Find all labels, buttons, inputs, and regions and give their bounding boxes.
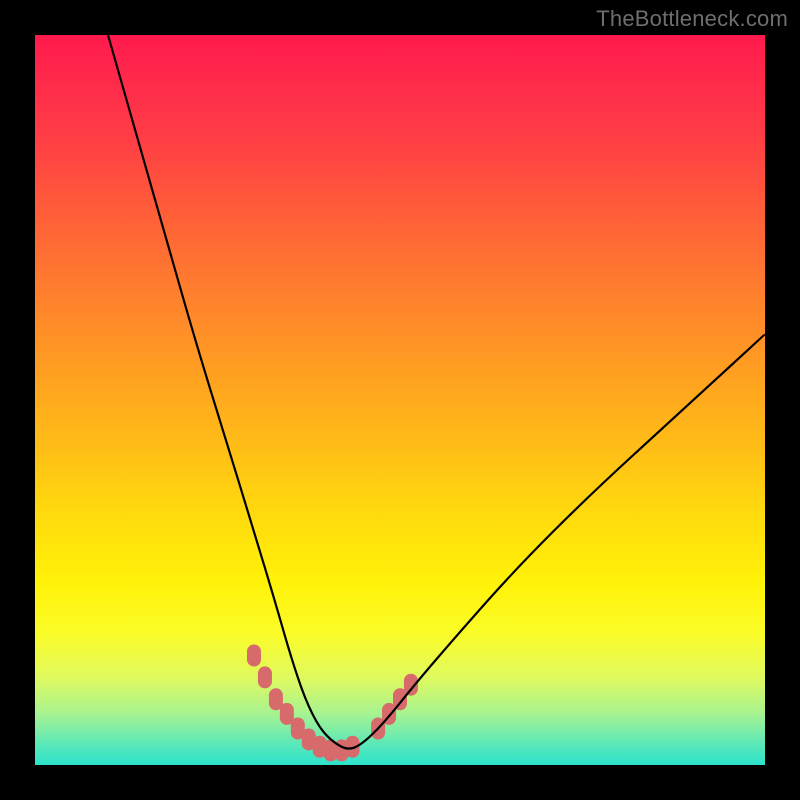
- salmon-marks-group: [247, 645, 418, 762]
- watermark-text: TheBottleneck.com: [596, 6, 788, 32]
- chart-frame: TheBottleneck.com: [0, 0, 800, 800]
- main-curve: [108, 35, 765, 749]
- salmon-mark: [247, 645, 261, 667]
- salmon-mark: [258, 666, 272, 688]
- plot-area: [35, 35, 765, 765]
- curve-layer: [35, 35, 765, 765]
